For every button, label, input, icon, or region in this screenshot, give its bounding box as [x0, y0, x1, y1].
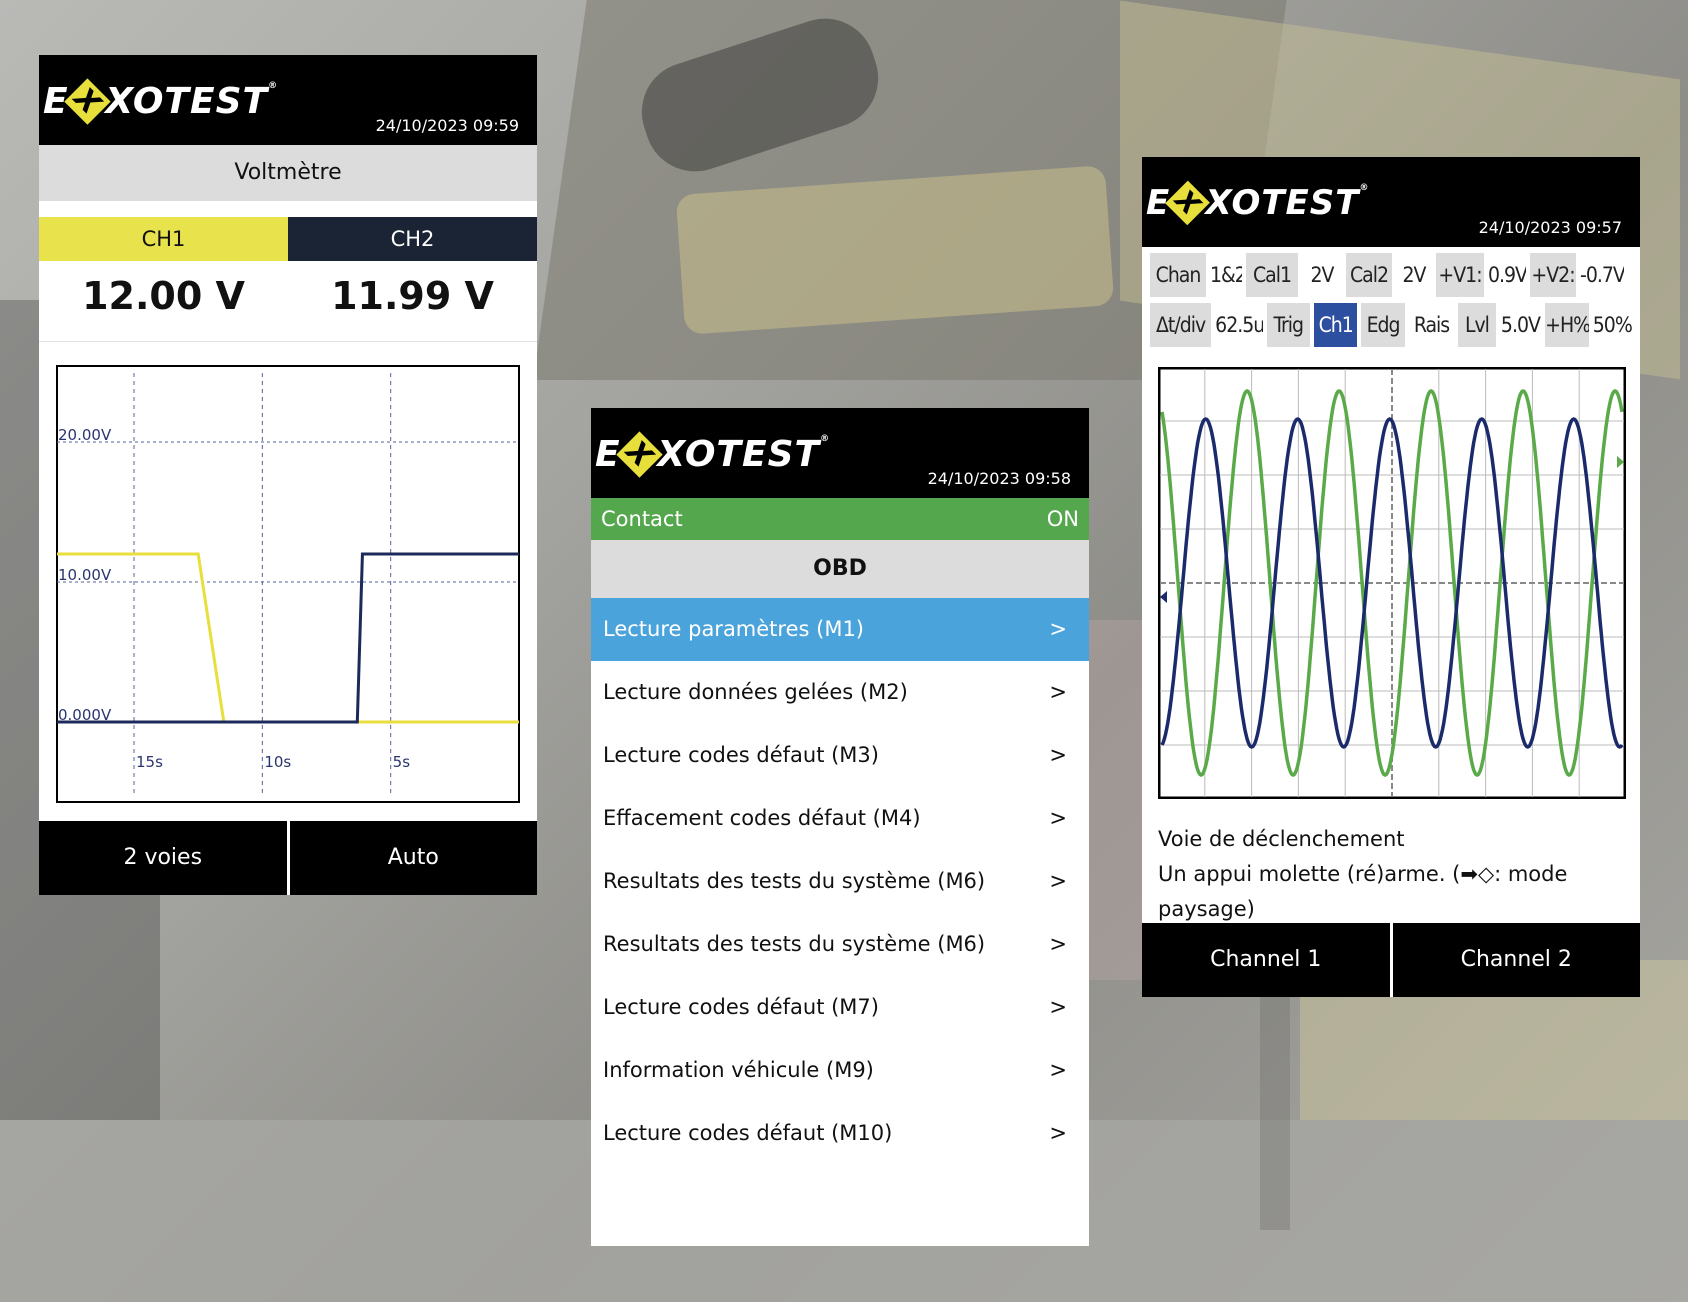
chart-frame — [56, 365, 520, 803]
channel-1-value: 12.00 V — [82, 274, 245, 318]
param-row-2: Δt/div 62.5u Trig Ch1 Edg Rais Lvl 5.0V +H% 50% — [1150, 303, 1636, 347]
y-tick-label: 10.00V — [58, 566, 112, 584]
voltage-chart: 20.00V10.00V0.000V15s 10s 5s — [56, 365, 520, 803]
datetime: 24/10/2023 09:59 — [375, 116, 519, 135]
obd-menu-item[interactable]: Effacement codes défaut (M4) > — [591, 787, 1089, 850]
obd-screen: EXXOTEST® 24/10/2023 09:58 Contact ON OB… — [591, 408, 1089, 1246]
obd-menu-item[interactable]: Lecture paramètres (M1) > — [591, 598, 1089, 661]
obd-menu-item-label: Resultats des tests du système (M6) — [603, 869, 986, 893]
obd-menu-item[interactable]: Information véhicule (M9) > — [591, 1039, 1089, 1102]
bottom-buttons: Channel 1 Channel 2 — [1142, 923, 1640, 997]
scope-param-row1-6: +V1: — [1436, 253, 1484, 297]
obd-menu-item[interactable]: Lecture données gelées (M2) > — [591, 661, 1089, 724]
header-bar: EXXOTEST® 24/10/2023 09:59 — [39, 55, 537, 145]
exxotest-logo: EXXOTEST® — [595, 431, 830, 478]
obd-menu-item-label: Information véhicule (M9) — [603, 1058, 874, 1082]
datetime: 24/10/2023 09:58 — [927, 469, 1071, 488]
scope-param-row2-4: Edg — [1361, 303, 1405, 347]
obd-menu-item[interactable]: Lecture codes défaut (M10) > — [591, 1102, 1089, 1165]
obd-menu-item[interactable]: Resultats des tests du système (M6) > — [591, 850, 1089, 913]
scope-param-row1-7: 0.9V — [1488, 253, 1526, 297]
header-bar: EXXOTEST® 24/10/2023 09:57 — [1142, 157, 1640, 247]
contact-status-bar: Contact ON — [591, 498, 1089, 540]
voltmeter-screen: EXXOTEST® 24/10/2023 09:59 Voltmètre CH1… — [39, 55, 537, 895]
channel-2-value: 11.99 V — [331, 274, 494, 318]
exxotest-logo: EXXOTEST® — [43, 78, 278, 125]
obd-menu-item-label: Lecture codes défaut (M10) — [603, 1121, 893, 1145]
y-tick-label: 20.00V — [58, 426, 112, 444]
contact-label: Contact — [601, 507, 683, 531]
obd-menu: Lecture paramètres (M1) > Lecture données … — [591, 598, 1089, 1165]
trigger-note-help: Un appui molette (ré)arme. (➡◇: mode pay… — [1158, 862, 1568, 921]
chevron-right-icon: > — [1049, 617, 1067, 641]
obd-menu-item-label: Resultats des tests du système (M6) — [603, 932, 986, 956]
obd-menu-item-label: Lecture codes défaut (M7) — [603, 995, 879, 1019]
screen-title: OBD — [591, 540, 1089, 598]
datetime: 24/10/2023 09:57 — [1478, 218, 1622, 237]
chevron-right-icon: > — [1049, 680, 1067, 704]
oscilloscope-chart — [1158, 367, 1626, 799]
bottom-buttons: 2 voies Auto — [39, 821, 537, 895]
scope-param-row2-8: +H% — [1545, 303, 1589, 347]
channel-2-tab[interactable]: CH2 — [288, 217, 537, 261]
chevron-right-icon: > — [1049, 806, 1067, 830]
channel-1-tab[interactable]: CH1 — [39, 217, 288, 261]
scope-param-row1-2: Cal1 — [1246, 253, 1298, 297]
header-bar: EXXOTEST® 24/10/2023 09:58 — [591, 408, 1089, 498]
channel-headers: CH1 CH2 — [39, 217, 537, 261]
scope-param-row1-0: Chan — [1150, 253, 1206, 297]
chevron-right-icon: > — [1049, 743, 1067, 767]
obd-menu-item-label: Effacement codes défaut (M4) — [603, 806, 921, 830]
obd-menu-item[interactable]: Lecture codes défaut (M3) > — [591, 724, 1089, 787]
channel-2-button[interactable]: Channel 2 — [1392, 923, 1640, 997]
x-tick-label: 5s — [393, 753, 411, 771]
obd-menu-item-label: Lecture codes défaut (M3) — [603, 743, 879, 767]
scope-param-row2-7: 5.0V — [1499, 303, 1542, 347]
scope-param-row2-5: Rais — [1408, 303, 1455, 347]
scope-param-row1-1: 1&2 — [1210, 253, 1242, 297]
channel-values: 12.00 V 11.99 V — [39, 261, 537, 342]
oscilloscope-screen: EXXOTEST® 24/10/2023 09:57 Chan 1&2 Cal1 2V… — [1142, 157, 1640, 997]
obd-menu-item[interactable]: Lecture codes défaut (M7) > — [591, 976, 1089, 1039]
scope-param-row2-2: Trig — [1266, 303, 1310, 347]
chevron-right-icon: > — [1049, 995, 1067, 1019]
trigger-note-title: Voie de déclenchement — [1158, 827, 1405, 851]
scope-param-row1-8: +V2: — [1530, 253, 1576, 297]
x-tick-label: 15s — [136, 753, 163, 771]
scope-param-row2-9: 50% — [1592, 303, 1633, 347]
channel-1-button[interactable]: Channel 1 — [1142, 923, 1390, 997]
contact-state: ON — [1046, 507, 1079, 531]
scope-param-row1-5: 2V — [1396, 253, 1432, 297]
chevron-right-icon: > — [1049, 932, 1067, 956]
scope-param-row2-0: Δt/div — [1150, 303, 1212, 347]
obd-menu-item-label: Lecture données gelées (M2) — [603, 680, 908, 704]
chevron-right-icon: > — [1049, 1058, 1067, 1082]
screen-title: Voltmètre — [39, 145, 537, 201]
chevron-right-icon: > — [1049, 1121, 1067, 1145]
two-channels-button[interactable]: 2 voies — [39, 821, 287, 895]
exxotest-logo: EXXOTEST® — [1146, 180, 1369, 226]
chevron-right-icon: > — [1049, 869, 1067, 893]
scope-param-row1-4: Cal2 — [1346, 253, 1392, 297]
scope-param-row1-9: -0.7V — [1580, 253, 1624, 297]
scope-param-row2-1: 62.5u — [1215, 303, 1263, 347]
scope-param-row2-6: Lvl — [1458, 303, 1496, 347]
trigger-note: Voie de déclenchement Un appui molette (… — [1158, 822, 1628, 927]
scope-parameters: Chan 1&2 Cal1 2V Cal2 2V +V1: 0.9V +V2: -0.7V Δt/… — [1150, 253, 1636, 353]
scope-param-row1-3: 2V — [1302, 253, 1342, 297]
obd-menu-item[interactable]: Resultats des tests du système (M6) > — [591, 913, 1089, 976]
auto-button[interactable]: Auto — [289, 821, 537, 895]
param-row-1: Chan 1&2 Cal1 2V Cal2 2V +V1: 0.9V +V2: -0.7V — [1150, 253, 1636, 297]
scope-param-row2-3[interactable]: Ch1 — [1313, 303, 1358, 347]
x-tick-label: 10s — [264, 753, 291, 771]
obd-menu-item-label: Lecture paramètres (M1) — [603, 617, 864, 641]
